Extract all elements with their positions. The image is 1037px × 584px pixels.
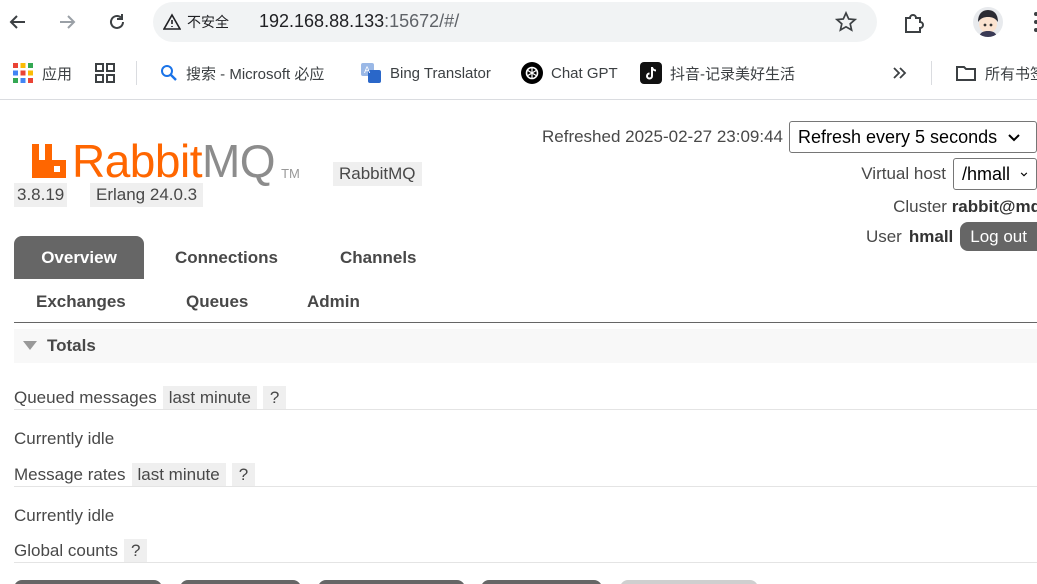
count-box[interactable] — [481, 580, 602, 584]
refresh-interval-value: Refresh every 5 seconds — [798, 126, 998, 147]
section-rule — [14, 409, 1037, 410]
profile-avatar[interactable] — [973, 7, 1003, 37]
bookmark-apps[interactable]: 应用 — [12, 61, 72, 85]
product-badge: RabbitMQ — [333, 162, 422, 186]
bookmark-bing-translator[interactable]: A Bing Translator — [360, 61, 491, 85]
bookmark-label: 所有书签 — [985, 65, 1037, 83]
bookmark-bing-search[interactable]: 搜索 - Microsoft 必应 — [160, 61, 324, 85]
tab-admin[interactable]: Admin — [307, 292, 360, 312]
logo-trademark: TM — [281, 166, 300, 181]
tab-exchanges[interactable]: Exchanges — [36, 292, 126, 312]
chevron-down-icon — [1020, 172, 1028, 177]
message-rates-state: Currently idle — [14, 506, 115, 525]
extensions-puzzle-icon[interactable] — [900, 8, 928, 41]
browser-menu-icon[interactable] — [1028, 10, 1037, 34]
triangle-down-icon — [23, 341, 37, 350]
security-indicator[interactable]: 不安全 — [163, 12, 229, 32]
bookmark-all-bookmarks[interactable]: 所有书签 — [955, 61, 1037, 85]
url-text: 192.168.88.133:15672/#/ — [259, 11, 459, 32]
browser-toolbar: 不安全 192.168.88.133:15672/#/ — [0, 0, 1037, 44]
reload-icon[interactable] — [103, 8, 131, 36]
totals-section-toggle[interactable]: Totals — [14, 329, 1037, 363]
tab-groups-grid-icon[interactable] — [94, 61, 116, 85]
section-rule — [14, 562, 1037, 563]
bookmark-label: Chat GPT — [551, 64, 618, 82]
section-rule — [14, 486, 1037, 487]
translator-icon: A — [361, 63, 381, 83]
queued-messages-row: Queued messages last minute ? — [14, 386, 287, 410]
bookmark-label: 应用 — [42, 65, 73, 83]
bookmark-label: 搜索 - Microsoft 必应 — [186, 65, 325, 83]
tab-channels[interactable]: Channels — [340, 248, 417, 268]
count-box[interactable] — [180, 580, 301, 584]
global-counts-help-button[interactable]: ? — [123, 539, 148, 563]
count-box[interactable] — [318, 580, 465, 584]
user-row: User hmall Log out — [866, 222, 1037, 251]
queued-help-button[interactable]: ? — [262, 386, 287, 410]
search-icon — [161, 65, 177, 81]
cluster-name: rabbit@mq — [951, 197, 1037, 216]
message-rates-label: Message rates — [14, 465, 126, 484]
rates-range-toggle[interactable]: last minute — [131, 463, 226, 487]
bookmark-label: 抖音-记录美好生活 — [670, 65, 795, 83]
svg-text:A: A — [364, 66, 371, 76]
logo-rabbit: Rabbit — [72, 135, 202, 187]
apps-grid-icon — [13, 63, 33, 83]
bookmark-divider — [931, 61, 932, 85]
cluster-label: Cluster — [893, 197, 947, 216]
address-bar[interactable]: 不安全 192.168.88.133:15672/#/ — [153, 2, 877, 42]
user-label: User — [865, 226, 902, 246]
queued-range-toggle[interactable]: last minute — [162, 386, 257, 410]
logout-button[interactable]: Log out — [960, 222, 1037, 251]
count-box[interactable] — [14, 580, 162, 584]
bookmark-douyin[interactable]: 抖音-记录美好生活 — [640, 61, 795, 85]
erlang-badge: Erlang 24.0.3 — [90, 183, 204, 207]
refresh-controls: Refreshed 2025-02-27 23:09:44 Refresh ev… — [542, 121, 1037, 153]
tab-overview[interactable]: Overview — [14, 236, 144, 279]
rabbitmq-logo: RabbitMQ TM — [30, 138, 300, 184]
global-counts-label: Global counts — [14, 541, 118, 560]
logo-wordmark: RabbitMQ — [72, 138, 276, 184]
virtual-host-value: /hmall — [962, 163, 1011, 184]
count-box[interactable] — [620, 580, 758, 584]
cluster-row: Cluster rabbit@mq — [893, 197, 1037, 217]
url-path: :15672/#/ — [384, 11, 460, 31]
rabbitmq-management-page: RabbitMQ TM RabbitMQ 3.8.19 Erlang 24.0.… — [0, 101, 1037, 584]
bookmark-star-icon[interactable] — [834, 10, 858, 38]
bookmark-label: Bing Translator — [390, 64, 491, 82]
queued-messages-label: Queued messages — [14, 388, 157, 407]
global-counts-row: Global counts ? — [14, 539, 148, 563]
back-arrow-icon[interactable] — [4, 8, 32, 36]
refreshed-timestamp: Refreshed 2025-02-27 23:09:44 — [541, 127, 783, 146]
totals-heading: Totals — [47, 336, 96, 355]
virtual-host-label: Virtual host — [861, 164, 946, 183]
logo-mq: MQ — [201, 135, 276, 187]
virtual-host-row: Virtual host /hmall — [861, 158, 1037, 190]
folder-icon — [956, 66, 976, 81]
rates-help-button[interactable]: ? — [231, 463, 256, 487]
user-name: hmall — [908, 226, 954, 246]
url-host: 192.168.88.133 — [259, 11, 385, 31]
tiktok-logo-icon — [640, 62, 662, 84]
bookmark-divider — [136, 61, 137, 85]
warning-triangle-icon — [163, 13, 181, 30]
forward-arrow-icon[interactable] — [53, 8, 81, 36]
bookmark-chat-gpt[interactable]: Chat GPT — [521, 61, 618, 85]
queued-messages-state: Currently idle — [14, 429, 115, 448]
rabbitmq-logo-icon — [32, 144, 66, 178]
version-badge: 3.8.19 — [14, 183, 68, 207]
refresh-interval-select[interactable]: Refresh every 5 seconds — [789, 121, 1037, 153]
security-label: 不安全 — [187, 14, 229, 30]
tab-connections[interactable]: Connections — [175, 248, 278, 268]
bookmarks-bar: 应用 搜索 - Microsoft 必应 A Bing Translator C… — [0, 44, 1037, 100]
bookmarks-overflow-chevron-icon[interactable] — [891, 61, 907, 85]
virtual-host-select[interactable]: /hmall — [953, 158, 1037, 190]
message-rates-row: Message rates last minute ? — [14, 463, 256, 487]
openai-logo-icon — [521, 62, 543, 84]
chevron-down-icon — [1008, 134, 1020, 142]
tab-queues[interactable]: Queues — [186, 292, 248, 312]
tabs-divider — [14, 322, 1037, 323]
